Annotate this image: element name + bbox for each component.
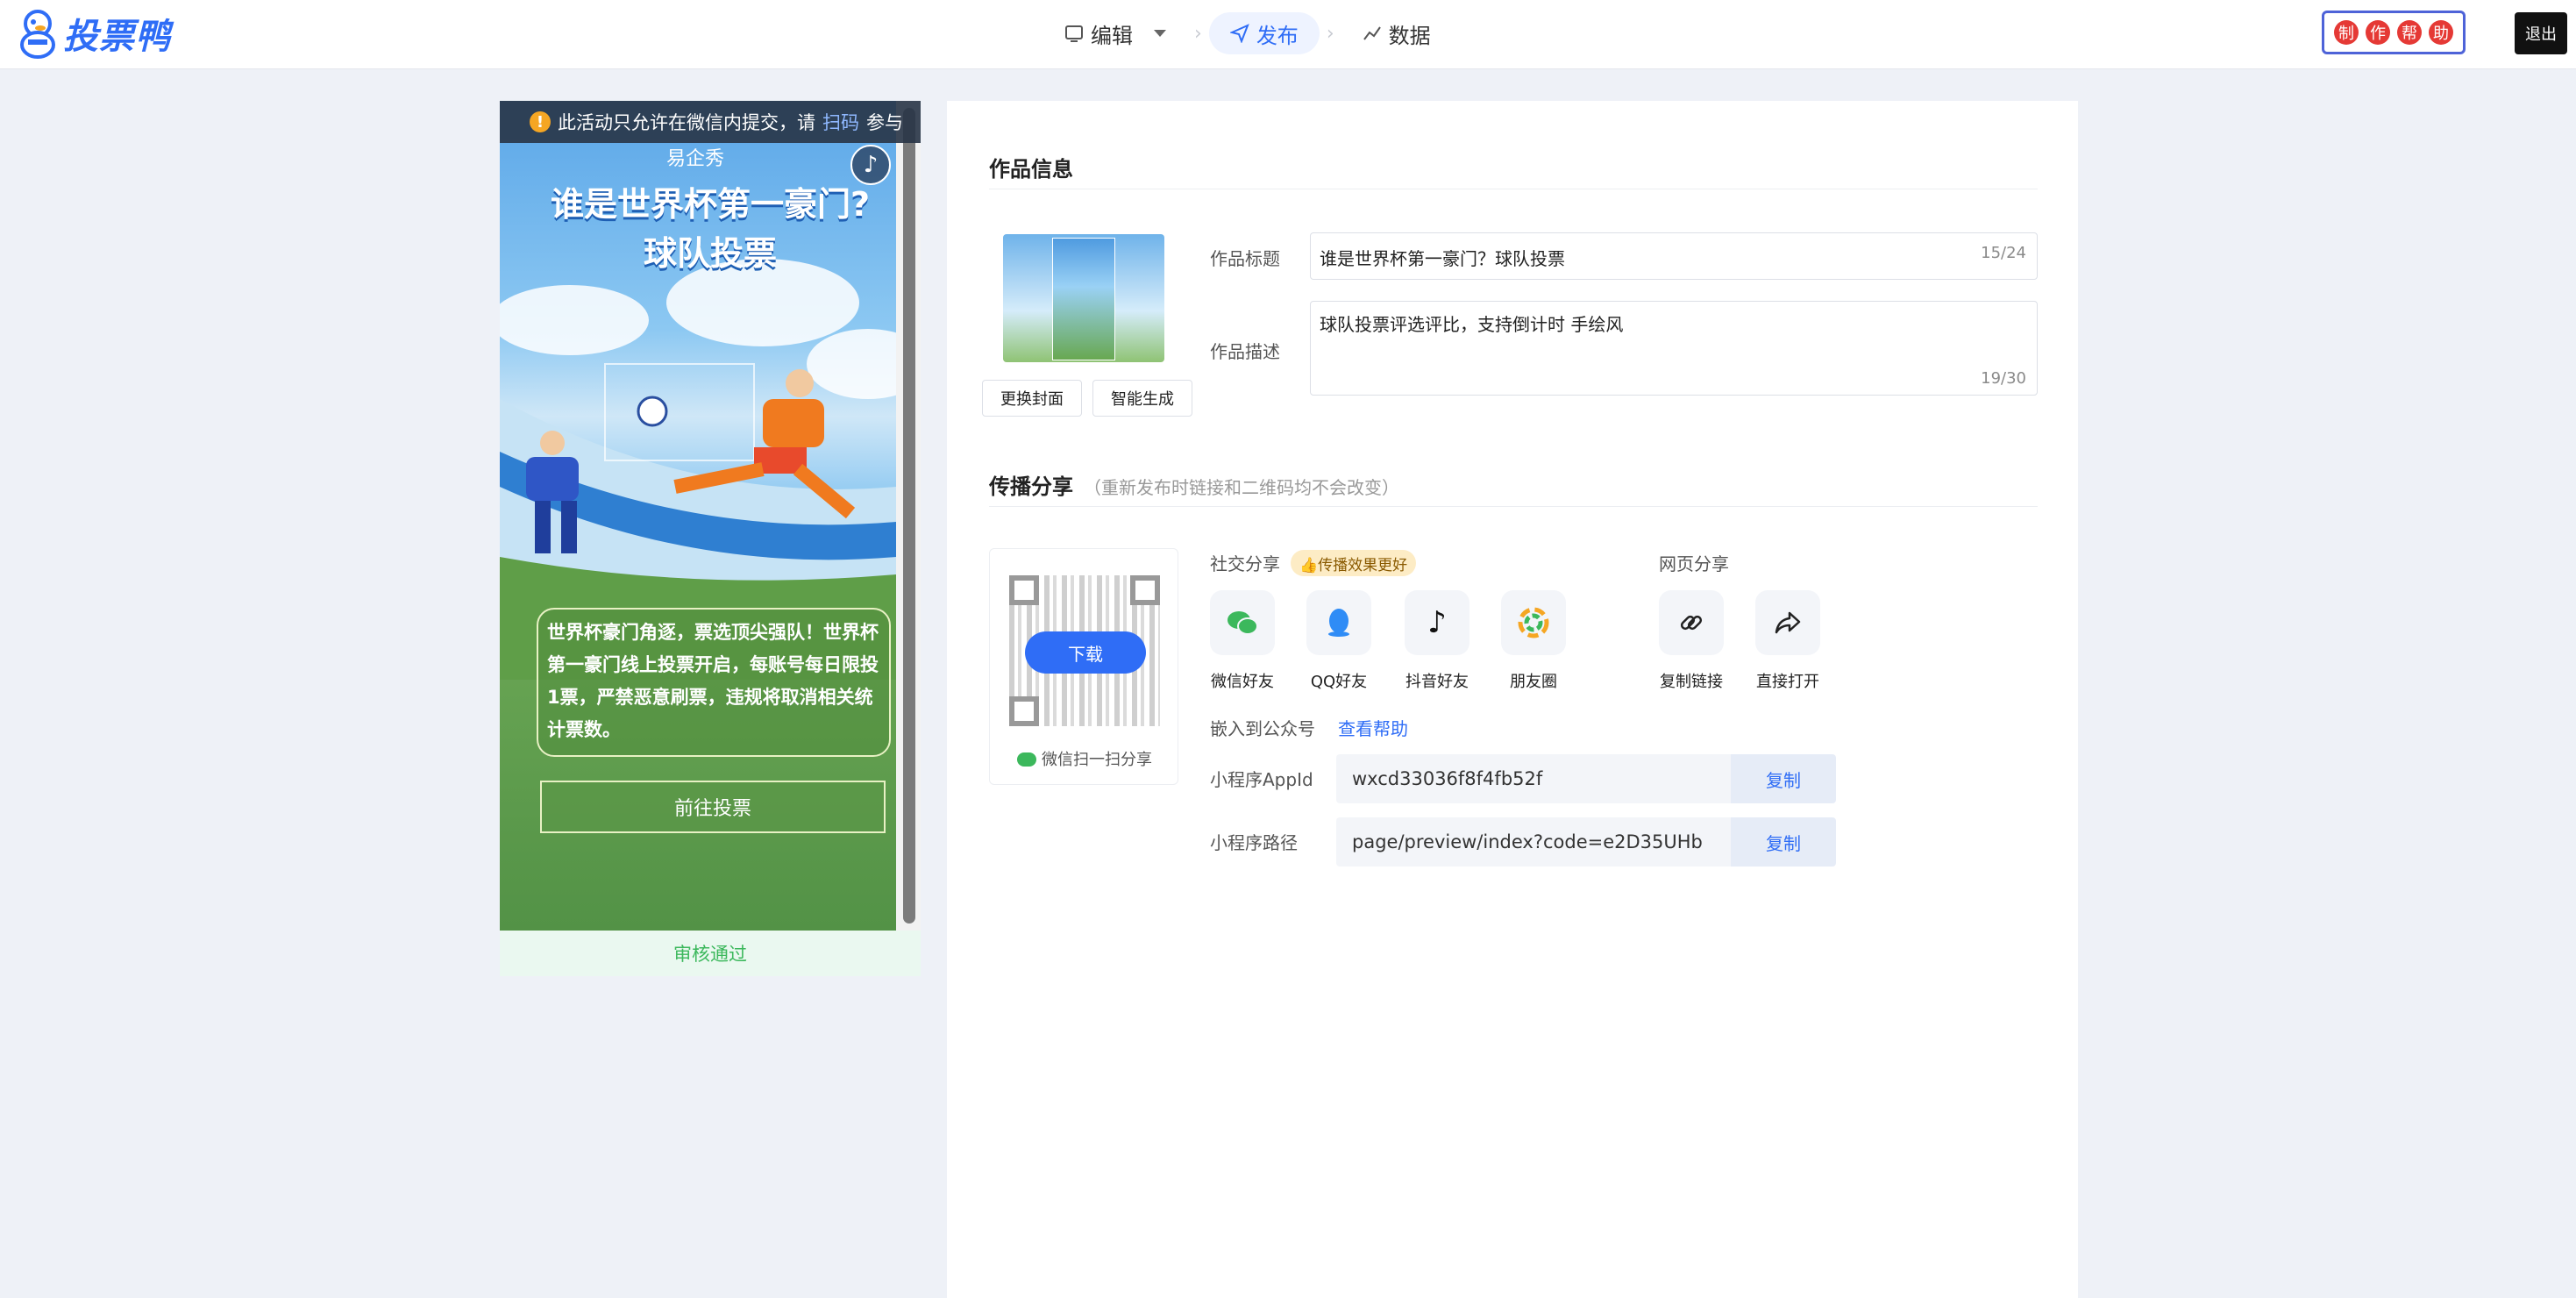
share-title-text: 传播分享: [989, 474, 1073, 499]
notice-prefix: 此活动只允许在微信内提交，请: [558, 112, 815, 133]
poster-title-line2: 球队投票: [643, 234, 777, 273]
help-char: 助: [2423, 15, 2459, 50]
smart-generate-button[interactable]: 智能生成: [1092, 380, 1192, 417]
help-char: 帮: [2392, 15, 2427, 50]
title-input[interactable]: 谁是世界杯第一豪门？球队投票 15/24: [1310, 232, 2038, 280]
share-qq-friends[interactable]: QQ好友: [1301, 590, 1377, 692]
qq-icon: [1306, 590, 1371, 655]
chart-icon: [1363, 26, 1381, 40]
share-moments[interactable]: 朋友圈: [1496, 590, 1571, 692]
link-icon: [1659, 590, 1724, 655]
title-value: 谁是世界杯第一豪门？球队投票: [1320, 248, 1565, 269]
share-label: 直接打开: [1756, 673, 1819, 691]
embed-help-link[interactable]: 查看帮助: [1338, 715, 1408, 740]
main-nav: 编辑 › 发布 › 数据: [1043, 12, 1452, 54]
cover-thumbnail[interactable]: [1003, 234, 1164, 362]
divider: [989, 506, 2038, 507]
nav-edit-label: 编辑: [1091, 23, 1133, 48]
poster-brand: 易企秀: [666, 148, 725, 170]
qr-card: 下载 微信扫一扫分享: [989, 548, 1178, 785]
notice-scan-link[interactable]: 扫码: [822, 109, 859, 135]
open-direct-button[interactable]: 直接打开: [1750, 590, 1825, 692]
app-logo[interactable]: 投票鸭: [18, 7, 171, 60]
scrollbar-thumb[interactable]: [903, 108, 915, 924]
share-icon: [1755, 590, 1820, 655]
qr-corner: [1130, 575, 1160, 605]
publish-panel: 作品信息 更换封面 智能生成 作品标题 谁是世界杯第一豪门？球队投票 15/24…: [947, 101, 2078, 1298]
nav-data[interactable]: 数据: [1341, 12, 1452, 54]
web-share-label: 网页分享: [1659, 553, 1729, 574]
desc-label: 作品描述: [1210, 341, 1280, 362]
share-label: 复制链接: [1660, 673, 1723, 691]
social-share-label: 社交分享: [1210, 553, 1280, 574]
share-label: 抖音好友: [1405, 673, 1469, 691]
title-label: 作品标题: [1210, 248, 1280, 269]
go-vote-button[interactable]: 前往投票: [540, 781, 886, 833]
share-wechat-friends[interactable]: 微信好友: [1205, 590, 1280, 692]
help-char-text: 作: [2370, 25, 2386, 43]
share-label: 朋友圈: [1510, 673, 1557, 691]
qr-tip: 微信扫一扫分享: [990, 747, 1179, 770]
poster-description: 世界杯豪门角逐，票选顶尖强队！世界杯第一豪门线上投票开启，每账号每日限投1票，严…: [537, 608, 891, 757]
poster-title: 谁是世界杯第一豪门? 球队投票: [526, 180, 894, 278]
wechat-icon: [1017, 752, 1036, 767]
desc-count: 19/30: [1981, 369, 2026, 388]
copy-appid-button[interactable]: 复制: [1731, 754, 1836, 803]
share-title: 传播分享 （重新发布时链接和二维码均不会改变）: [989, 469, 1399, 500]
help-char: 制: [2329, 15, 2364, 50]
nav-separator-icon: ›: [1326, 22, 1334, 45]
copy-path-button[interactable]: 复制: [1731, 817, 1836, 867]
send-icon: [1229, 24, 1249, 43]
share-label: 微信好友: [1211, 673, 1274, 691]
path-label: 小程序路径: [1210, 832, 1298, 853]
warning-icon: !: [530, 111, 551, 132]
help-char-text: 帮: [2402, 25, 2417, 43]
poster-title-line1: 谁是世界杯第一豪门?: [550, 185, 871, 224]
replace-cover-button[interactable]: 更换封面: [982, 380, 1082, 417]
exit-button[interactable]: 退出: [2515, 12, 2567, 54]
duck-logo-icon: [20, 10, 55, 59]
douyin-icon: ♪: [1405, 590, 1469, 655]
preview-scrollbar[interactable]: [896, 101, 921, 931]
help-badge[interactable]: 制 作 帮 助: [2322, 11, 2466, 54]
moments-icon: [1501, 590, 1566, 655]
title-count: 15/24: [1981, 244, 2026, 262]
share-label: QQ好友: [1310, 673, 1368, 691]
cover-card: [1052, 238, 1115, 360]
nav-separator-icon: ›: [1194, 22, 1202, 45]
work-info-title: 作品信息: [989, 157, 1073, 182]
desc-value: 球队投票评选评比，支持倒计时 手绘风: [1320, 314, 1624, 335]
appid-field[interactable]: wxcd33036f8f4fb52f: [1336, 754, 1736, 803]
nav-publish[interactable]: 发布: [1208, 12, 1320, 54]
review-status: 审核通过: [500, 931, 921, 976]
share-note: （重新发布时链接和二维码均不会改变）: [1084, 477, 1399, 498]
embed-label: 嵌入到公众号: [1210, 718, 1315, 739]
phone-preview: ! 此活动只允许在微信内提交，请 扫码 参与 易企秀 ♪ 谁是世界杯第一豪门? 球队…: [500, 101, 921, 931]
help-char: 作: [2360, 15, 2395, 50]
download-qr-button[interactable]: 下载: [1025, 631, 1146, 674]
logo-text: 投票鸭: [63, 17, 171, 57]
desc-textarea[interactable]: 球队投票评选评比，支持倒计时 手绘风 19/30: [1310, 301, 2038, 396]
help-char-text: 助: [2433, 25, 2449, 43]
copy-link-button[interactable]: 复制链接: [1654, 590, 1729, 692]
chevron-down-icon[interactable]: [1154, 30, 1166, 37]
qr-corner: [1009, 696, 1039, 726]
top-bar: 投票鸭 编辑 › 发布 › 数据 制 作 帮 助 退出: [0, 0, 2576, 69]
qr-tip-text: 微信扫一扫分享: [1042, 751, 1152, 769]
nav-data-label: 数据: [1388, 23, 1431, 48]
nav-edit[interactable]: 编辑: [1043, 12, 1187, 54]
nav-publish-label: 发布: [1256, 23, 1299, 48]
notice-suffix: 参与: [866, 112, 903, 133]
wechat-only-notice: ! 此活动只允许在微信内提交，请 扫码 参与: [500, 101, 921, 143]
share-effect-badge: 👍传播效果更好: [1291, 550, 1417, 576]
wechat-icon: [1210, 590, 1275, 655]
appid-label: 小程序AppId: [1210, 769, 1313, 790]
qr-corner: [1009, 575, 1039, 605]
share-douyin-friends[interactable]: ♪ 抖音好友: [1399, 590, 1475, 692]
path-field[interactable]: page/preview/index?code=e2D35UHb: [1336, 817, 1736, 867]
edit-icon: [1065, 25, 1083, 42]
help-char-text: 制: [2338, 25, 2354, 43]
